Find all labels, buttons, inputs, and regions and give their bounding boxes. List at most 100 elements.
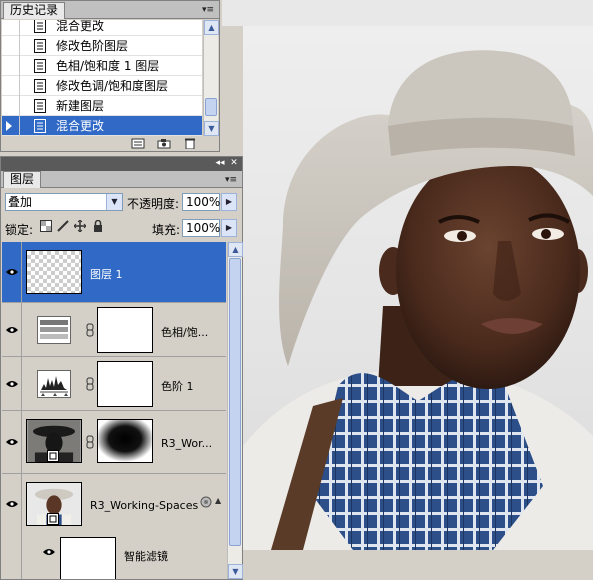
layer-row[interactable]: 色阶 1 [2, 357, 226, 411]
history-state-icon [32, 118, 48, 133]
history-state-icon [32, 20, 48, 33]
fill-slider-arrow-icon[interactable]: ▶ [221, 219, 237, 237]
tab-history[interactable]: 历史记录 [3, 2, 66, 19]
history-item[interactable]: 混合更改 [2, 20, 202, 36]
opacity-label: 不透明度: [127, 197, 180, 211]
history-footer [1, 136, 219, 151]
scroll-thumb[interactable] [205, 98, 217, 116]
layer-name: R3_Working-Spaces [90, 499, 199, 512]
visibility-toggle[interactable] [2, 357, 22, 410]
layer-mask-thumbnail [97, 361, 153, 407]
history-item-label: 修改色阶图层 [56, 39, 129, 53]
smart-object-badge-icon [47, 513, 59, 525]
canvas-top-background [222, 0, 593, 26]
opacity-field[interactable]: 100% [182, 193, 220, 211]
lock-paint-icon[interactable] [57, 220, 69, 232]
blend-mode-select[interactable]: 叠加 ▼ [5, 193, 123, 211]
history-brush-source-checkbox[interactable] [2, 95, 20, 116]
visibility-toggle[interactable] [2, 303, 22, 356]
close-panel-icon[interactable]: ✕ [228, 158, 240, 169]
history-item-label: 色相/饱和度 1 图层 [56, 59, 160, 73]
scroll-thumb[interactable] [229, 258, 241, 546]
smart-filters-row[interactable]: 智能滤镜 [2, 534, 226, 579]
chevron-down-icon: ▼ [106, 194, 122, 210]
lock-move-icon[interactable] [74, 220, 86, 232]
history-tabbar: 历史记录 ▾≡ [1, 1, 219, 19]
history-scrollbar[interactable]: ▲ ▼ [203, 20, 219, 136]
scroll-up-icon[interactable]: ▲ [228, 242, 243, 257]
fill-field[interactable]: 100% [182, 219, 220, 237]
blend-mode-value: 叠加 [8, 195, 33, 209]
layers-list: 图层 1 色相/饱... 色阶 1 R3_Wor... R3_Working-S… [2, 242, 226, 579]
history-state-icon [32, 38, 48, 53]
levels-adjustment-icon [37, 370, 71, 398]
scroll-down-icon[interactable]: ▼ [228, 564, 243, 579]
history-brush-source-checkbox[interactable] [2, 55, 20, 76]
hue-saturation-adjustment-icon [37, 316, 71, 344]
blend-opacity-row: 叠加 ▼ 不透明度: 100% ▶ [1, 190, 242, 214]
layer-name: R3_Wor... [161, 437, 213, 450]
scroll-down-icon[interactable]: ▼ [204, 121, 219, 136]
layers-tabbar: 图层 ▾≡ [1, 171, 242, 188]
layer-row[interactable]: R3_Working-Spaces ▲ [2, 474, 226, 534]
history-item-label: 混合更改 [56, 119, 105, 133]
history-brush-source-checkbox[interactable] [2, 20, 20, 36]
layer-name: 色相/饱... [161, 326, 209, 339]
history-item-label: 混合更改 [56, 20, 105, 33]
collapse-panel-icon[interactable]: ◂◂ [214, 158, 226, 169]
history-item[interactable]: 修改色调/饱和度图层 [2, 75, 202, 96]
scroll-up-icon[interactable]: ▲ [204, 20, 219, 35]
portrait-photo [243, 50, 593, 550]
trash-icon[interactable] [183, 138, 197, 149]
opacity-slider-arrow-icon[interactable]: ▶ [221, 193, 237, 211]
smart-object-badge-icon [47, 450, 59, 462]
layer-row[interactable]: R3_Wor... [2, 411, 226, 474]
collapse-effects-icon[interactable]: ▲ [215, 496, 221, 505]
layer-thumbnail [26, 250, 82, 294]
history-item[interactable]: 混合更改 [2, 115, 202, 136]
history-item-label: 新建图层 [56, 99, 105, 113]
link-chain-icon[interactable] [86, 435, 94, 449]
eye-icon [5, 380, 18, 387]
history-item[interactable]: 修改色阶图层 [2, 35, 202, 56]
lock-all-icon[interactable] [92, 220, 104, 232]
link-chain-icon[interactable] [86, 377, 94, 391]
layer-name: 色阶 1 [161, 380, 194, 393]
history-item[interactable]: 色相/饱和度 1 图层 [2, 55, 202, 76]
layer-name: 图层 1 [90, 268, 123, 281]
history-item[interactable]: 新建图层 [2, 95, 202, 116]
layers-scrollbar[interactable]: ▲ ▼ [227, 242, 243, 579]
history-list: 混合更改 修改色阶图层 色相/饱和度 1 图层 修改色调/饱和度图层 新建图层 混合更改 [2, 20, 202, 136]
visibility-toggle[interactable] [2, 411, 22, 473]
layer-mask-thumbnail [97, 307, 153, 353]
eye-icon[interactable] [42, 548, 56, 556]
layer-row[interactable]: 图层 1 [2, 242, 226, 303]
smart-filter-indicator-icon[interactable] [200, 496, 212, 508]
new-document-from-state-icon[interactable] [131, 138, 145, 149]
history-item-label: 修改色调/饱和度图层 [56, 79, 169, 93]
snapshot-camera-icon[interactable] [157, 138, 171, 149]
history-brush-source-checkbox[interactable] [2, 115, 20, 136]
visibility-toggle[interactable] [2, 474, 22, 534]
eye-icon [5, 269, 18, 275]
history-brush-source-checkbox[interactable] [2, 35, 20, 56]
panel-menu-icon[interactable]: ▾≡ [224, 175, 238, 185]
link-chain-icon[interactable] [86, 323, 94, 337]
eye-icon [5, 326, 18, 333]
panel-menu-icon[interactable]: ▾≡ [201, 5, 215, 15]
history-state-icon [32, 58, 48, 73]
document-canvas[interactable] [243, 26, 593, 550]
eye-icon [5, 439, 18, 445]
layers-titlebar: ◂◂ ✕ [1, 157, 242, 171]
lock-fill-row: 锁定: 填充: 100% ▶ [1, 216, 242, 240]
layers-panel: ◂◂ ✕ 图层 ▾≡ 叠加 ▼ 不透明度: 100% ▶ 锁定: 填充: 100… [0, 156, 243, 580]
lock-transparent-icon[interactable] [40, 220, 52, 232]
layer-row[interactable]: 色相/饱... [2, 303, 226, 357]
visibility-toggle[interactable] [2, 242, 22, 302]
history-brush-source-checkbox[interactable] [2, 75, 20, 96]
tab-layers[interactable]: 图层 [3, 171, 42, 188]
layer-mask-thumbnail [97, 419, 153, 463]
fill-label: 填充: [152, 223, 181, 237]
canvas-bottom-background [243, 550, 593, 580]
smart-filter-mask-thumbnail [60, 537, 116, 579]
